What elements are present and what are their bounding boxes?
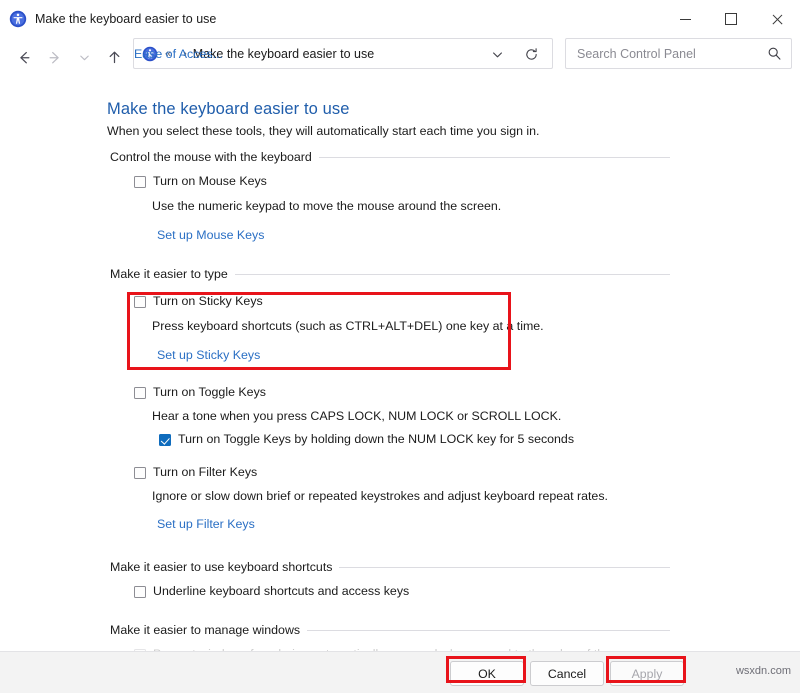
window-title: Make the keyboard easier to use bbox=[35, 12, 217, 26]
cancel-button[interactable]: Cancel bbox=[530, 661, 604, 686]
heading-rule bbox=[234, 273, 670, 275]
checkbox-label-underline-shortcuts: Underline keyboard shortcuts and access … bbox=[153, 584, 410, 598]
section-heading-mouse-keys: Control the mouse with the keyboard bbox=[110, 150, 670, 164]
search-box[interactable] bbox=[565, 38, 792, 69]
dialog-footer: OK Cancel Apply wsxdn.com bbox=[0, 651, 800, 693]
checkbox-label-toggle-keys: Turn on Toggle Keys bbox=[153, 385, 266, 399]
link-set-up-mouse-keys[interactable]: Set up Mouse Keys bbox=[157, 228, 264, 242]
section-easier-to-type: Make it easier to type bbox=[110, 267, 670, 281]
back-arrow-icon bbox=[19, 51, 29, 63]
section-manage-windows: Make it easier to manage windows bbox=[110, 623, 670, 637]
chevron-down-icon bbox=[492, 52, 502, 58]
description-mouse-keys: Use the numeric keypad to move the mouse… bbox=[152, 199, 502, 213]
maximize-button[interactable] bbox=[708, 0, 754, 38]
recent-locations-button[interactable] bbox=[69, 42, 99, 72]
window-controls bbox=[662, 0, 800, 38]
close-icon bbox=[771, 13, 783, 25]
checkbox-turn-on-mouse-keys[interactable] bbox=[134, 176, 146, 188]
chevron-down-icon bbox=[79, 55, 89, 60]
checkbox-row-sticky-keys[interactable]: Turn on Sticky Keys bbox=[134, 294, 263, 309]
description-filter-keys: Ignore or slow down brief or repeated ke… bbox=[152, 489, 608, 503]
close-button[interactable] bbox=[754, 0, 800, 38]
checkbox-label-mouse-keys: Turn on Mouse Keys bbox=[153, 174, 267, 188]
up-button[interactable] bbox=[99, 42, 129, 72]
checkbox-label-toggle-keys-numlock-hold: Turn on Toggle Keys by holding down the … bbox=[178, 432, 575, 446]
checkbox-row-mouse-keys[interactable]: Turn on Mouse Keys bbox=[134, 174, 267, 189]
section-mouse-keys: Control the mouse with the keyboard bbox=[110, 150, 670, 164]
checkbox-row-toggle-keys-numlock[interactable]: Turn on Toggle Keys by holding down the … bbox=[159, 432, 574, 447]
breadcrumb-parent[interactable]: Ease of Acces... bbox=[134, 47, 223, 61]
title-bar: Make the keyboard easier to use bbox=[0, 0, 800, 38]
forward-button[interactable] bbox=[39, 42, 69, 72]
forward-arrow-icon bbox=[49, 51, 59, 63]
section-heading-keyboard-shortcuts: Make it easier to use keyboard shortcuts bbox=[110, 560, 670, 574]
checkbox-turn-on-filter-keys[interactable] bbox=[134, 467, 146, 479]
section-keyboard-shortcuts: Make it easier to use keyboard shortcuts bbox=[110, 560, 670, 574]
apply-button[interactable]: Apply bbox=[610, 661, 684, 686]
minimize-icon bbox=[679, 18, 691, 20]
search-input[interactable] bbox=[575, 45, 759, 62]
section-heading-label: Make it easier to type bbox=[110, 267, 228, 281]
back-button[interactable] bbox=[9, 42, 39, 72]
description-sticky-keys: Press keyboard shortcuts (such as CTRL+A… bbox=[152, 319, 544, 333]
refresh-button[interactable] bbox=[518, 39, 544, 70]
checkbox-row-filter-keys[interactable]: Turn on Filter Keys bbox=[134, 465, 257, 480]
description-toggle-keys: Hear a tone when you press CAPS LOCK, NU… bbox=[152, 409, 562, 423]
minimize-button[interactable] bbox=[662, 0, 708, 38]
refresh-icon bbox=[525, 48, 537, 60]
checkbox-underline-shortcuts[interactable] bbox=[134, 586, 146, 598]
checkbox-row-underline-shortcuts[interactable]: Underline keyboard shortcuts and access … bbox=[134, 584, 409, 599]
link-set-up-sticky-keys[interactable]: Set up Sticky Keys bbox=[157, 348, 260, 362]
checkbox-toggle-keys-numlock-hold[interactable] bbox=[159, 434, 171, 446]
checkbox-label-filter-keys: Turn on Filter Keys bbox=[153, 465, 258, 479]
section-heading-manage-windows: Make it easier to manage windows bbox=[110, 623, 670, 637]
control-panel-window: Make the keyboard easier to use « Ease o… bbox=[0, 0, 800, 693]
section-heading-label: Make it easier to use keyboard shortcuts bbox=[110, 560, 333, 574]
address-dropdown-button[interactable] bbox=[484, 39, 510, 70]
ease-of-access-icon bbox=[9, 10, 27, 28]
up-arrow-icon bbox=[109, 51, 119, 63]
checkbox-row-toggle-keys[interactable]: Turn on Toggle Keys bbox=[134, 385, 266, 400]
maximize-icon bbox=[725, 13, 737, 25]
section-heading-label: Make it easier to manage windows bbox=[110, 623, 301, 637]
heading-rule bbox=[339, 566, 670, 568]
heading-rule bbox=[318, 156, 670, 158]
checkbox-turn-on-toggle-keys[interactable] bbox=[134, 387, 146, 399]
search-icon[interactable] bbox=[767, 46, 782, 61]
section-heading-easier-to-type: Make it easier to type bbox=[110, 267, 670, 281]
watermark: wsxdn.com bbox=[735, 665, 791, 677]
checkbox-label-sticky-keys: Turn on Sticky Keys bbox=[153, 294, 263, 308]
heading-rule bbox=[307, 629, 670, 631]
ok-button[interactable]: OK bbox=[450, 661, 524, 686]
address-bar[interactable]: « Ease of Acces... › Make the keyboard e… bbox=[133, 38, 553, 69]
settings-content: Make the keyboard easier to use When you… bbox=[0, 77, 800, 651]
page-subtitle: When you select these tools, they will a… bbox=[107, 124, 540, 138]
link-set-up-filter-keys[interactable]: Set up Filter Keys bbox=[157, 517, 255, 531]
section-heading-label: Control the mouse with the keyboard bbox=[110, 150, 312, 164]
checkbox-turn-on-sticky-keys[interactable] bbox=[134, 296, 146, 308]
page-title: Make the keyboard easier to use bbox=[107, 100, 350, 118]
